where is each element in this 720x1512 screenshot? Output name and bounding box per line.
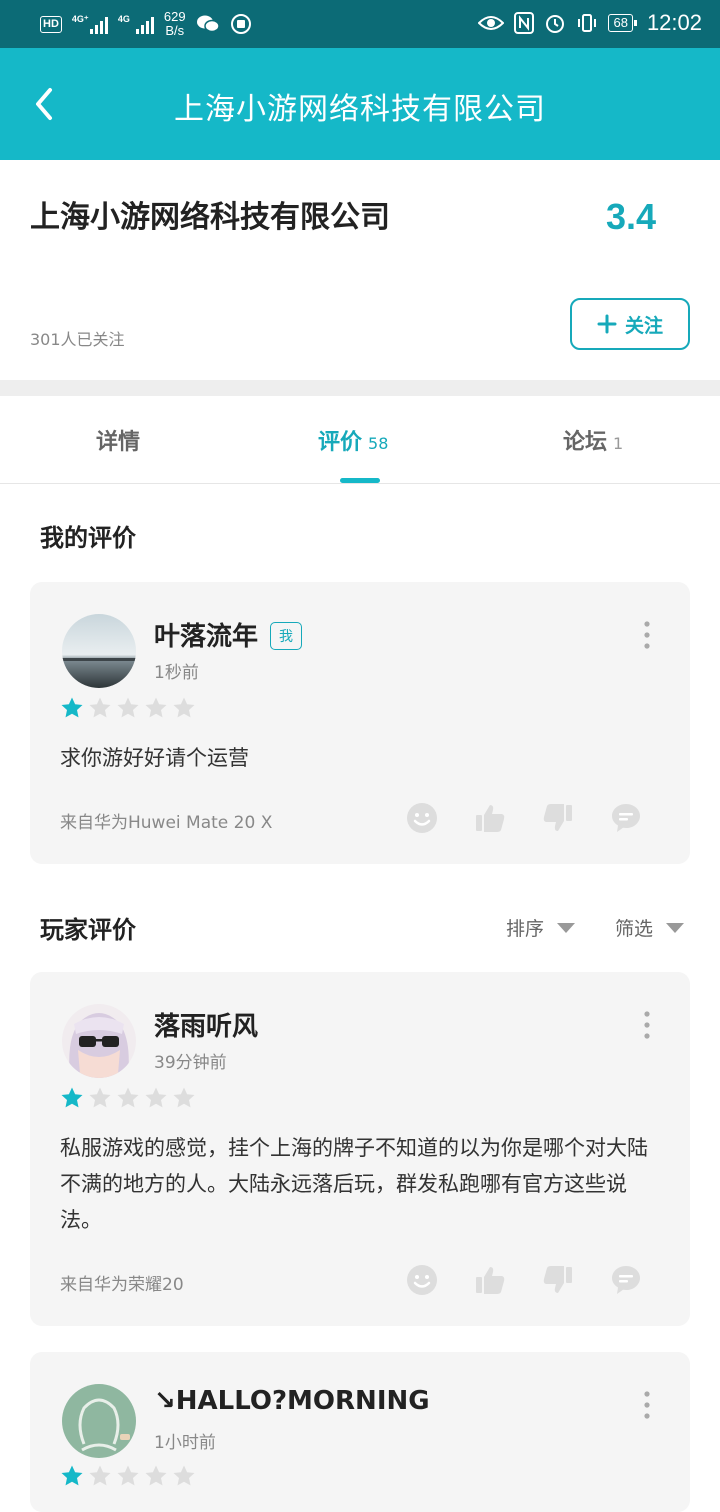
active-tab-indicator xyxy=(340,478,380,483)
reviewer-name: 落雨听风 xyxy=(154,1012,259,1042)
app-notification-icon xyxy=(230,14,251,34)
reviewer-name: 叶落流年我 xyxy=(154,616,303,653)
star-icon xyxy=(89,697,111,718)
tab-details[interactable]: 详情 xyxy=(96,424,140,456)
avatar[interactable] xyxy=(62,1384,136,1458)
signal-icon: 4G⁺ xyxy=(72,14,108,34)
device-label: 来自华为Huwei Mate 20 X xyxy=(60,813,273,833)
smile-icon[interactable] xyxy=(406,1264,438,1296)
wechat-icon xyxy=(196,15,220,33)
review-actions xyxy=(406,1264,642,1296)
smile-icon[interactable] xyxy=(406,802,438,834)
star-icon xyxy=(173,697,195,718)
my-review-title: 我的评价 xyxy=(40,524,136,552)
sort-dropdown[interactable]: 排序 xyxy=(506,914,576,941)
star-icon xyxy=(145,1087,167,1108)
star-icon xyxy=(145,1465,167,1486)
network-rate: 629 B/s xyxy=(163,9,186,38)
reviewer-name: ↘HALLO?MORNING xyxy=(154,1386,430,1416)
star-icon xyxy=(145,697,167,718)
star-icon xyxy=(61,1087,83,1108)
thumb-up-icon[interactable] xyxy=(474,1264,506,1296)
star-icon xyxy=(117,1087,139,1108)
star-icon xyxy=(117,1465,139,1486)
rating-stars xyxy=(60,1464,196,1488)
status-bar: HD 4G⁺ 4G 629 B/s 68 12:02 xyxy=(0,0,720,48)
review-text: 求你游好好请个运营 xyxy=(60,746,249,770)
alarm-icon xyxy=(546,15,565,33)
network-type-1: 4G⁺ xyxy=(71,14,89,24)
vibrate-icon xyxy=(578,14,597,32)
avatar[interactable] xyxy=(62,1004,136,1078)
chevron-down-icon xyxy=(666,922,685,933)
battery-indicator: 68 xyxy=(608,14,638,32)
tab-reviews[interactable]: 评价 58 xyxy=(318,424,388,456)
review-card: ↘HALLO?MORNING 1小时前 xyxy=(30,1352,690,1512)
tab-forum-count: 1 xyxy=(613,434,624,453)
follow-label: 关注 xyxy=(624,314,663,337)
company-name: 上海小游网络科技有限公司 xyxy=(30,200,390,235)
star-icon xyxy=(89,1087,111,1108)
star-icon xyxy=(117,697,139,718)
me-badge: 我 xyxy=(270,622,303,650)
star-icon xyxy=(61,1465,83,1486)
review-actions xyxy=(406,802,642,834)
tab-bar: 详情 评价 58 论坛 1 xyxy=(0,396,720,484)
section-divider xyxy=(0,380,720,396)
more-vert-icon[interactable] xyxy=(644,1390,650,1420)
review-time: 1秒前 xyxy=(154,663,199,683)
plus-icon xyxy=(597,314,617,334)
nfc-icon xyxy=(514,12,535,34)
sort-label: 排序 xyxy=(506,918,545,940)
tab-reviews-count: 58 xyxy=(368,434,389,453)
review-card: 落雨听风 39分钟前 私服游戏的感觉，挂个上海的牌子不知道的以为你是哪个对大陆不… xyxy=(30,972,690,1326)
more-vert-icon[interactable] xyxy=(644,620,650,650)
review-text: 私服游戏的感觉，挂个上海的牌子不知道的以为你是哪个对大陆不满的地方的人。大陆永远… xyxy=(60,1136,648,1232)
thumb-down-icon[interactable] xyxy=(542,802,574,834)
thumb-up-icon[interactable] xyxy=(474,802,506,834)
star-icon xyxy=(61,697,83,718)
tab-forum[interactable]: 论坛 1 xyxy=(563,424,623,456)
review-time: 1小时前 xyxy=(154,1433,216,1453)
comment-icon[interactable] xyxy=(610,1264,642,1296)
player-reviews-title: 玩家评价 xyxy=(40,916,136,944)
device-label: 来自华为荣耀20 xyxy=(60,1275,184,1295)
star-icon xyxy=(173,1087,195,1108)
app-bar: 上海小游网络科技有限公司 xyxy=(0,48,720,160)
thumb-down-icon[interactable] xyxy=(542,1264,574,1296)
chevron-down-icon xyxy=(557,922,576,933)
review-time: 39分钟前 xyxy=(154,1053,227,1073)
rating-stars xyxy=(60,696,196,720)
rating-stars xyxy=(60,1086,196,1110)
signal-icon: 4G xyxy=(118,14,154,34)
follower-count: 301人已关注 xyxy=(30,330,125,349)
eye-comfort-icon xyxy=(478,16,505,30)
my-review-card: 叶落流年我 1秒前 求你游好好请个运营 来自华为Huwei Mate 20 X xyxy=(30,582,690,864)
more-vert-icon[interactable] xyxy=(644,1010,650,1040)
comment-icon[interactable] xyxy=(610,802,642,834)
star-icon xyxy=(89,1465,111,1486)
filter-label: 筛选 xyxy=(615,918,654,940)
follow-button[interactable]: 关注 xyxy=(570,298,690,350)
company-score: 3.4 xyxy=(605,196,656,237)
network-type-2: 4G xyxy=(117,14,130,24)
star-icon xyxy=(173,1465,195,1486)
filter-dropdown[interactable]: 筛选 xyxy=(615,914,685,941)
avatar[interactable] xyxy=(62,614,136,688)
clock: 12:02 xyxy=(646,10,702,35)
hd-indicator: HD xyxy=(40,15,62,33)
page-title: 上海小游网络科技有限公司 xyxy=(174,92,546,127)
